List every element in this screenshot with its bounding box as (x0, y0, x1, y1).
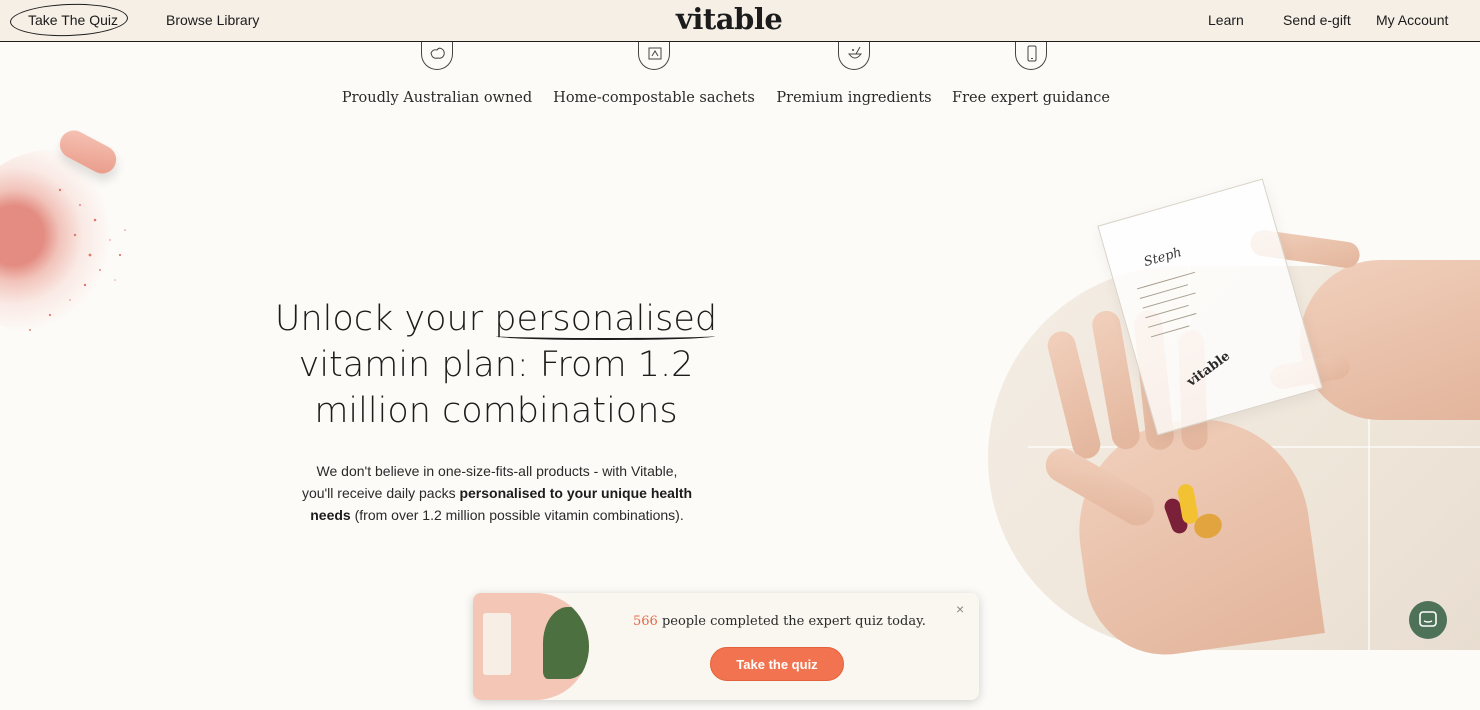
my-account-link[interactable]: My Account (1376, 12, 1448, 28)
mortar-pestle-icon (838, 42, 870, 70)
browse-library-link[interactable]: Browse Library (166, 12, 259, 28)
sachet-text-line (1150, 325, 1190, 338)
powder-speckles-decoration (29, 188, 126, 331)
popup-message: 566 people completed the expert quiz tod… (633, 614, 926, 629)
hero-heading-part2: vitamin plan: From 1.2 million combinati… (298, 345, 694, 431)
hero-body-part2: (from over 1.2 million possible vitamin … (350, 507, 684, 523)
australia-map-icon (421, 42, 453, 70)
learn-link[interactable]: Learn (1208, 12, 1244, 28)
feature-label: Home-compostable sachets (553, 90, 755, 106)
site-header: Take The Quiz Browse Library vitable Lea… (0, 0, 1480, 42)
phone-icon (1015, 42, 1047, 70)
close-icon[interactable]: × (956, 601, 964, 617)
quiz-popup: 566 people completed the expert quiz tod… (473, 593, 979, 700)
monstera-leaf (543, 607, 589, 679)
chat-launcher-button[interactable] (1409, 601, 1447, 639)
feature-label: Proudly Australian owned (341, 90, 533, 106)
compostable-sachet-icon (638, 42, 670, 70)
hero-heading-emphasis: personalised (494, 296, 717, 342)
send-egift-link[interactable]: Send e-gift (1283, 12, 1351, 28)
take-quiz-link[interactable]: Take The Quiz (28, 12, 118, 28)
feature-label: Free expert guidance (952, 90, 1110, 106)
sachet-text-line (1137, 271, 1195, 290)
quiz-count: 566 (633, 614, 658, 629)
popup-message-text: people completed the expert quiz today. (657, 614, 926, 629)
hero-heading-part1: Unlock your (274, 299, 495, 339)
vitable-box (483, 613, 511, 675)
sachet-brand: vitable (1184, 348, 1234, 390)
hero-description: We don't believe in one-size-fits-all pr… (300, 460, 694, 526)
popup-image (473, 593, 589, 700)
hero-heading: Unlock your personalised vitamin plan: F… (256, 296, 736, 434)
take-quiz-button[interactable]: Take the quiz (710, 647, 844, 681)
sachet-name: Steph (1142, 245, 1184, 271)
feature-label: Premium ingredients (776, 90, 932, 106)
vitable-logo[interactable]: vitable (676, 2, 783, 36)
right-hand (1300, 260, 1480, 420)
chat-icon (1419, 611, 1437, 627)
